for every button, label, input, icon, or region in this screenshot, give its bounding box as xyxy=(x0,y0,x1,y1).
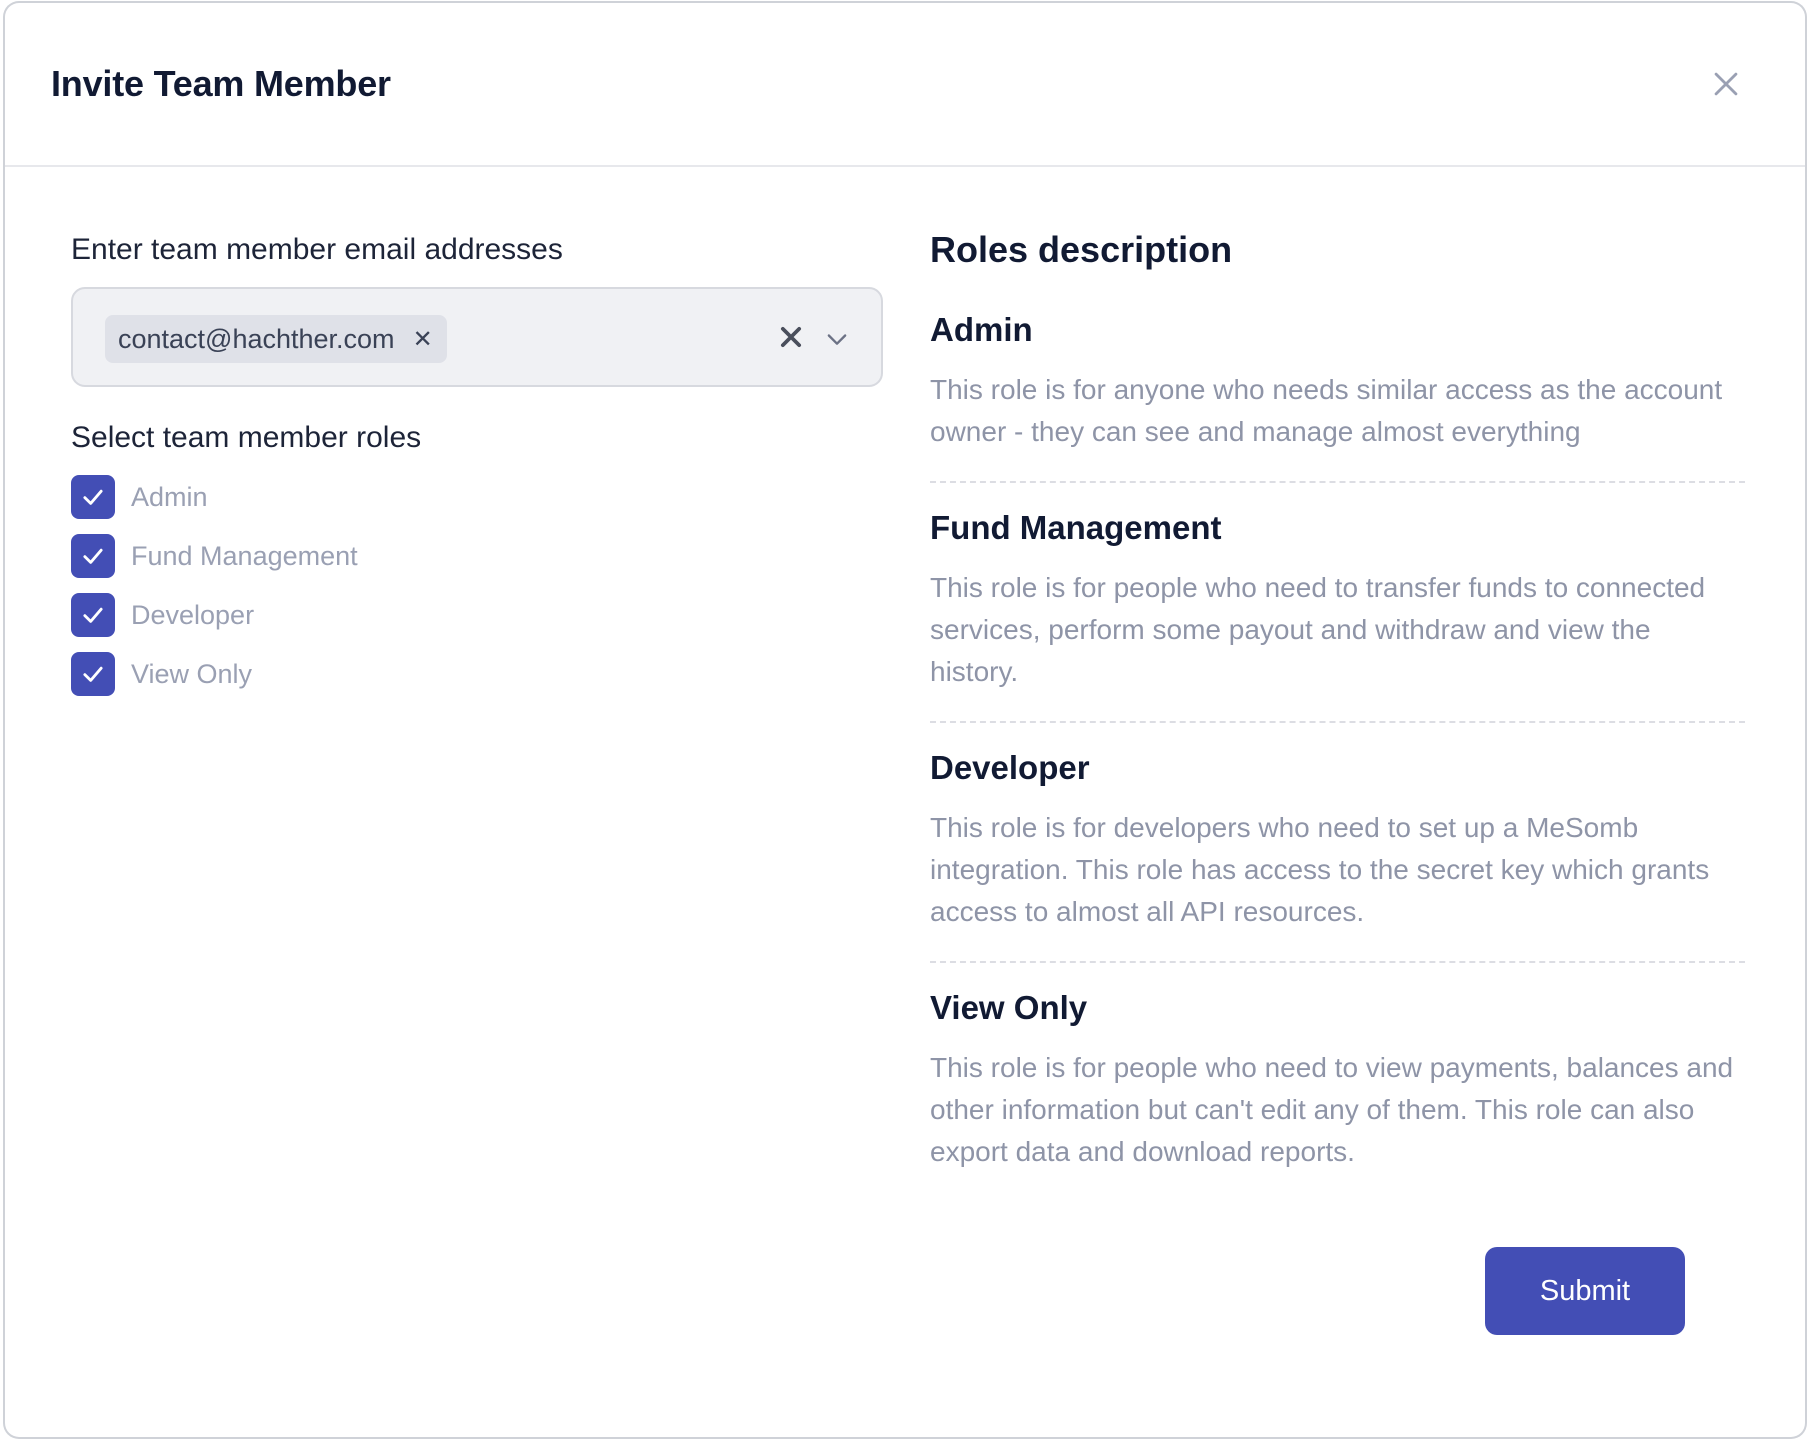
role-description-view-only: View Only This role is for people who ne… xyxy=(930,989,1745,1201)
role-option-label: View Only xyxy=(131,658,253,689)
role-option-label: Admin xyxy=(131,481,208,512)
role-checkbox[interactable] xyxy=(71,652,115,696)
role-option-fund-management[interactable]: Fund Management xyxy=(71,532,891,580)
role-description-developer: Developer This role is for developers wh… xyxy=(930,749,1745,963)
check-icon xyxy=(83,548,103,564)
clear-icon xyxy=(780,326,802,348)
chevron-down-icon xyxy=(827,334,847,345)
role-option-view-only[interactable]: View Only xyxy=(71,650,891,698)
chip-remove-icon[interactable]: ✕ xyxy=(413,325,433,354)
role-option-admin[interactable]: Admin xyxy=(71,473,891,521)
email-multiselect[interactable]: contact@hachther.com ✕ xyxy=(71,287,883,387)
role-description-title: Fund Management xyxy=(930,509,1222,546)
role-description-title: Developer xyxy=(930,749,1090,786)
role-description-admin: Admin This role is for anyone who needs … xyxy=(930,311,1745,483)
role-option-developer[interactable]: Developer xyxy=(71,591,891,639)
role-checkbox[interactable] xyxy=(71,593,115,637)
invite-form: Enter team member email addresses contac… xyxy=(71,233,891,709)
role-option-label: Developer xyxy=(131,599,255,630)
role-checkbox[interactable] xyxy=(71,534,115,578)
roles-description-title: Roles description xyxy=(930,229,1233,270)
roles-field-label: Select team member roles xyxy=(71,421,422,454)
clear-selection-button[interactable] xyxy=(777,323,805,351)
check-icon xyxy=(83,489,103,505)
role-checkbox-list: Admin Fund Management Developer View Onl… xyxy=(71,473,891,698)
role-description-text: This role is for developers who need to … xyxy=(930,812,1710,927)
email-chip-label: contact@hachther.com xyxy=(118,323,395,354)
dialog-header: Invite Team Member xyxy=(5,3,1805,167)
role-option-label: Fund Management xyxy=(131,540,358,571)
roles-description-panel: Roles description Admin This role is for… xyxy=(930,229,1745,1227)
invite-team-member-dialog: Invite Team Member Enter team member ema… xyxy=(5,3,1805,1437)
email-field-label: Enter team member email addresses xyxy=(71,233,563,266)
role-description-title: Admin xyxy=(930,311,1033,348)
email-chip: contact@hachther.com ✕ xyxy=(105,315,447,363)
role-description-title: View Only xyxy=(930,989,1088,1026)
check-icon xyxy=(83,607,103,623)
check-icon xyxy=(83,666,103,682)
dialog-title: Invite Team Member xyxy=(51,63,391,104)
role-checkbox[interactable] xyxy=(71,475,115,519)
close-button[interactable] xyxy=(1709,67,1743,101)
role-description-text: This role is for people who need to tran… xyxy=(930,572,1706,687)
close-icon xyxy=(1714,72,1738,96)
role-description-fund-management: Fund Management This role is for people … xyxy=(930,509,1745,723)
role-description-text: This role is for people who need to view… xyxy=(930,1052,1734,1167)
role-description-text: This role is for anyone who needs simila… xyxy=(930,374,1723,447)
submit-button[interactable]: Submit xyxy=(1485,1247,1685,1335)
dropdown-toggle[interactable] xyxy=(823,325,851,353)
